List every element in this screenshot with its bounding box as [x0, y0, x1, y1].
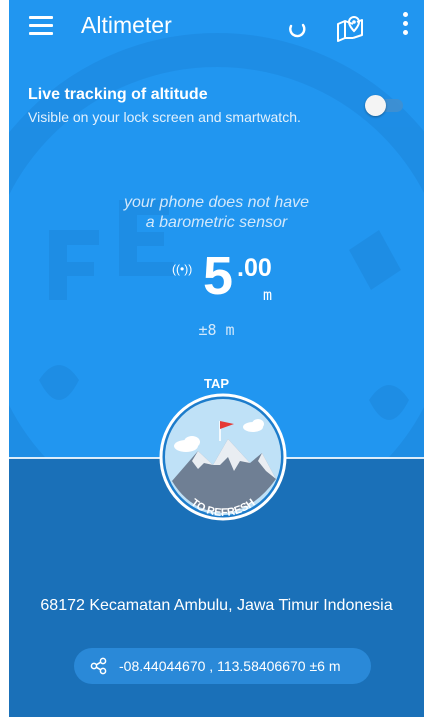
refresh-mountain-badge[interactable]: TO REFRESH — [158, 391, 288, 541]
share-icon[interactable] — [90, 657, 108, 675]
more-vertical-icon[interactable] — [401, 12, 409, 42]
coordinates-text: -08.44044670 , 113.58406670 ±6 m — [119, 658, 341, 674]
altitude-accuracy: ±8 m — [198, 321, 235, 339]
phone-frame: Altimeter Live tracking of altitude Visi… — [0, 0, 424, 717]
location-address: 68172 Kecamatan Ambulu, Jawa Timur Indon… — [40, 597, 393, 614]
sensor-warning-line1: your phone does not have — [123, 194, 310, 211]
live-tracking-subtitle: Visible on your lock screen and smartwat… — [28, 109, 301, 125]
map-pin-icon[interactable] — [335, 14, 365, 42]
sensor-warning-line2: a barometric sensor — [145, 214, 288, 231]
app-screen: Altimeter Live tracking of altitude Visi… — [9, 0, 424, 717]
tap-label: TAP — [203, 376, 230, 391]
gps-signal-icon: ((•)) — [172, 262, 193, 276]
app-bar: Altimeter — [9, 0, 424, 56]
refresh-icon[interactable] — [285, 16, 309, 40]
hamburger-menu-icon[interactable] — [29, 16, 53, 38]
toggle-thumb — [365, 95, 386, 116]
app-title: Altimeter — [81, 12, 172, 38]
coordinates-pill[interactable]: -08.44044670 , 113.58406670 ±6 m — [74, 648, 371, 684]
altitude-unit: m — [263, 286, 273, 304]
live-tracking-toggle[interactable] — [365, 95, 405, 116]
altitude-integer: 5 — [203, 246, 234, 306]
altitude-decimal: .00 — [237, 254, 272, 282]
live-tracking-title: Live tracking of altitude — [28, 86, 208, 103]
